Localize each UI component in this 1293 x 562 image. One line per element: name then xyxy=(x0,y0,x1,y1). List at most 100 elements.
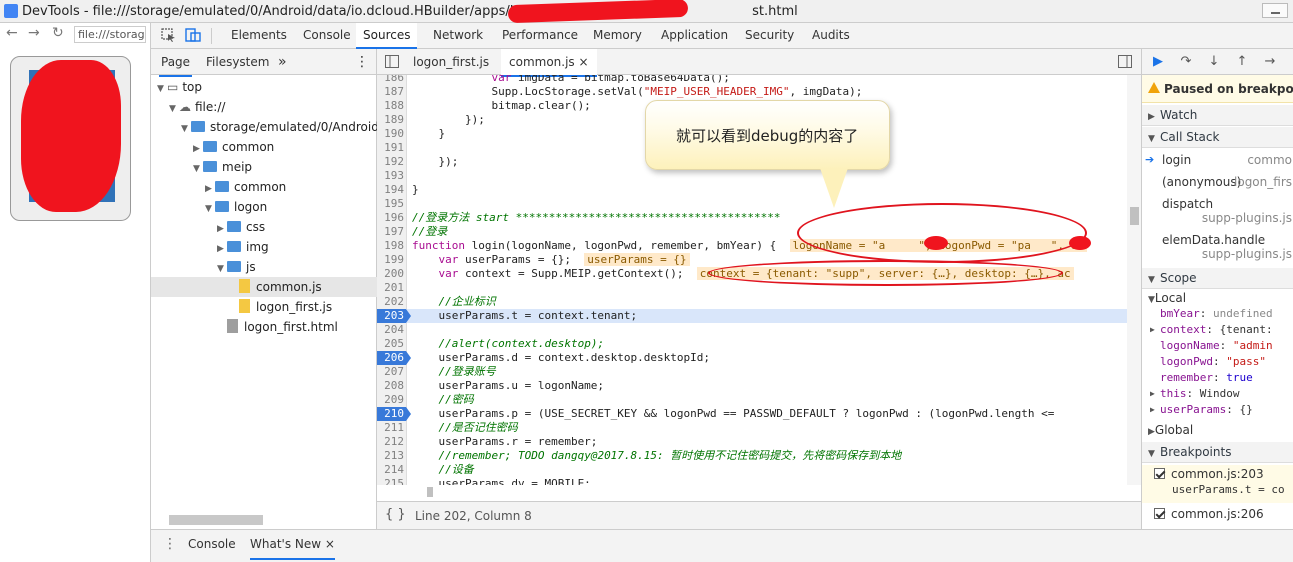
line-number[interactable]: 186 xyxy=(377,75,406,85)
breakpoint-item[interactable]: common.js:203 userParams.t = co xyxy=(1142,465,1293,503)
chevron-down-icon[interactable]: ▼ xyxy=(169,99,179,119)
arrow-left-icon[interactable]: ← xyxy=(6,25,18,41)
tab-filesystem[interactable]: Filesystem xyxy=(206,49,269,75)
line-number[interactable]: 192 xyxy=(377,155,406,169)
code-line[interactable]: 212 userParams.r = remember; xyxy=(377,435,1141,449)
tree-item[interactable]: ▼ storage/emulated/0/Android/d xyxy=(181,117,390,137)
tree-item[interactable]: ▶ css xyxy=(217,217,265,237)
line-number[interactable]: 196 xyxy=(377,211,406,225)
tab-console[interactable]: Console xyxy=(303,23,351,49)
code-line[interactable]: 213 //remember; TODO dangqy@2017.8.15: 暂… xyxy=(377,449,1141,463)
code-line[interactable]: 210 userParams.p = (USE_SECRET_KEY && lo… xyxy=(377,407,1141,421)
breakpoint-marker[interactable]: 206 xyxy=(377,351,411,365)
tab-performance[interactable]: Performance xyxy=(502,23,578,49)
tree-item[interactable]: ▼ meip xyxy=(193,157,252,177)
tab-console-drawer[interactable]: Console xyxy=(188,530,236,558)
scope-variable[interactable]: ▶ userParams: {} xyxy=(1142,402,1293,418)
code-line[interactable]: 214 //设备 xyxy=(377,463,1141,477)
scope-variable[interactable]: remember: true xyxy=(1142,370,1293,386)
tree-item[interactable]: ▶ img xyxy=(217,237,269,257)
more-tabs-icon[interactable]: » xyxy=(278,49,287,75)
scrollbar-thumb[interactable] xyxy=(1130,207,1139,225)
chevron-right-icon[interactable]: ▶ xyxy=(193,139,203,159)
line-number[interactable]: 195 xyxy=(377,197,406,211)
breakpoint-item[interactable]: common.js:206 xyxy=(1142,505,1293,529)
breakpoint-marker[interactable]: 203 xyxy=(377,309,411,323)
code-line[interactable]: 205 //alert(context.desktop); xyxy=(377,337,1141,351)
tab-elements[interactable]: Elements xyxy=(231,23,287,49)
url-field[interactable]: file:///storag xyxy=(74,26,146,43)
tree-item[interactable]: ▼ js xyxy=(217,257,256,277)
call-frame[interactable]: (anonymous) logon_firs xyxy=(1142,171,1293,193)
tree-item[interactable]: ▶ common xyxy=(193,137,274,157)
chevron-right-icon[interactable]: ▶ xyxy=(1150,386,1155,402)
line-number[interactable]: 194 xyxy=(377,183,406,197)
call-frame[interactable]: ➔ login commo xyxy=(1142,149,1293,171)
tree-item[interactable]: common.js xyxy=(229,277,322,297)
tab-page[interactable]: Page xyxy=(159,49,193,77)
step-out-icon[interactable]: ↑ xyxy=(1234,54,1250,70)
line-number[interactable]: 188 xyxy=(377,99,406,113)
chevron-right-icon[interactable]: ▶ xyxy=(205,179,215,199)
step-into-icon[interactable]: ↓ xyxy=(1206,54,1222,70)
section-scope[interactable]: ▼ Scope xyxy=(1142,268,1293,289)
device-toolbar-icon[interactable] xyxy=(185,28,201,42)
tab-whats-new[interactable]: What's New × xyxy=(250,530,335,560)
resume-icon[interactable]: ▶ xyxy=(1150,54,1166,70)
close-icon[interactable]: × xyxy=(325,537,335,551)
chevron-down-icon[interactable]: ▼ xyxy=(157,79,167,99)
minimize-button[interactable] xyxy=(1262,3,1288,18)
line-number[interactable]: 189 xyxy=(377,113,406,127)
breakpoint-checkbox[interactable] xyxy=(1154,508,1165,519)
tree-item[interactable]: logon_first.html xyxy=(217,317,338,337)
line-number[interactable]: 191 xyxy=(377,141,406,155)
code-line[interactable]: 215 userParams.dv = MOBILE; xyxy=(377,477,1141,485)
section-watch[interactable]: ▶ Watch xyxy=(1142,105,1293,126)
line-number[interactable]: 214 xyxy=(377,463,406,477)
tab-network[interactable]: Network xyxy=(433,23,483,49)
call-frame[interactable]: elemData.handle supp-plugins.js xyxy=(1142,229,1293,263)
scope-local[interactable]: ▼Local xyxy=(1142,290,1293,306)
code-line[interactable]: 208 userParams.u = logonName; xyxy=(377,379,1141,393)
toggle-navigator-icon[interactable] xyxy=(385,55,399,68)
line-number[interactable]: 187 xyxy=(377,85,406,99)
step-icon[interactable]: → xyxy=(1262,54,1278,70)
scope-variable[interactable]: ▶ this: Window xyxy=(1142,386,1293,402)
tree-item[interactable]: ▼ ☁ file:// xyxy=(169,97,225,117)
line-number[interactable]: 202 xyxy=(377,295,406,309)
tree-item[interactable]: ▼ ▭ top xyxy=(157,77,202,97)
inspect-element-icon[interactable] xyxy=(161,28,177,42)
chevron-down-icon[interactable]: ▼ xyxy=(217,259,227,279)
scope-global[interactable]: ▶Global xyxy=(1142,422,1293,438)
chevron-down-icon[interactable]: ▼ xyxy=(181,119,191,139)
line-number[interactable]: 190 xyxy=(377,127,406,141)
chevron-right-icon[interactable]: ▶ xyxy=(217,219,227,239)
line-number[interactable]: 199 xyxy=(377,253,406,267)
code-line[interactable]: 207 //登录账号 xyxy=(377,365,1141,379)
line-number[interactable]: 212 xyxy=(377,435,406,449)
code-line[interactable]: 204 xyxy=(377,323,1141,337)
tree-item[interactable]: ▶ common xyxy=(205,177,286,197)
kebab-menu-icon[interactable]: ⋮ xyxy=(355,49,369,75)
pretty-print-button[interactable]: { } xyxy=(385,507,406,522)
kebab-menu-icon[interactable]: ⋮ xyxy=(163,536,177,552)
tree-item[interactable]: ▼ logon xyxy=(205,197,267,217)
navigator-scrollbar[interactable] xyxy=(155,515,371,525)
arrow-right-icon[interactable]: → xyxy=(28,25,40,41)
tab-sources[interactable]: Sources xyxy=(356,23,418,49)
scope-variable[interactable]: bmYear: undefined xyxy=(1142,306,1293,322)
line-number[interactable]: 200 xyxy=(377,267,406,281)
code-line[interactable]: 206 userParams.d = context.desktop.deskt… xyxy=(377,351,1141,365)
code-line[interactable]: 194} xyxy=(377,183,1141,197)
breakpoint-checkbox[interactable] xyxy=(1154,468,1165,479)
reload-icon[interactable]: ↻ xyxy=(52,25,64,41)
line-number[interactable]: 201 xyxy=(377,281,406,295)
step-over-icon[interactable]: ↷ xyxy=(1178,54,1194,70)
chevron-down-icon[interactable]: ▼ xyxy=(205,199,215,219)
scope-variable[interactable]: ▶ context: {tenant: xyxy=(1142,322,1293,338)
code-line[interactable]: 209 //密码 xyxy=(377,393,1141,407)
line-number[interactable]: 205 xyxy=(377,337,406,351)
code-line[interactable]: 202 //企业标识 xyxy=(377,295,1141,309)
call-frame[interactable]: dispatch supp-plugins.js xyxy=(1142,193,1293,227)
section-breakpoints[interactable]: ▼ Breakpoints xyxy=(1142,442,1293,463)
